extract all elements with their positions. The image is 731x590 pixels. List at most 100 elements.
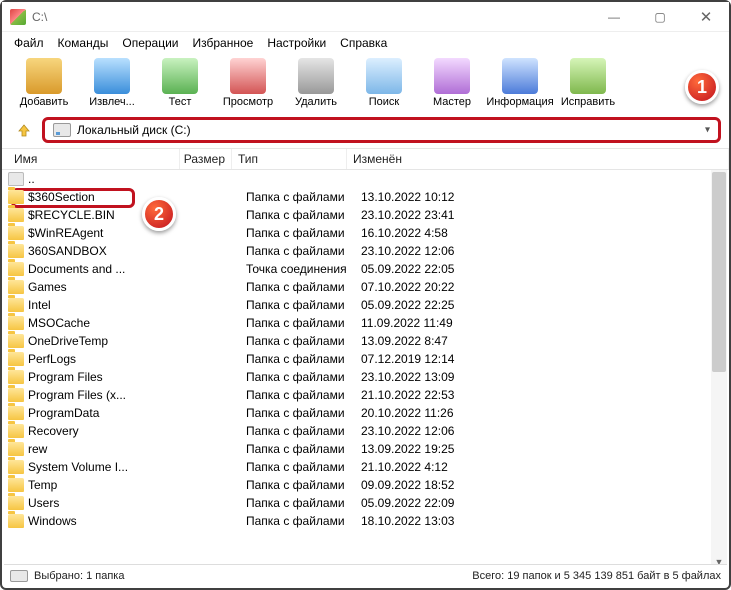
window-title: C:\ (32, 10, 591, 24)
folder-icon (8, 172, 24, 186)
list-item[interactable]: OneDriveTempПапка с файлами13.09.2022 8:… (2, 332, 729, 350)
maximize-button[interactable]: ▢ (637, 2, 683, 31)
col-type[interactable]: Тип (232, 149, 347, 169)
close-button[interactable]: ✕ (683, 2, 729, 31)
file-name: rew (28, 442, 194, 456)
file-name: 360SANDBOX (28, 244, 194, 258)
list-item[interactable]: rewПапка с файлами13.09.2022 19:25 (2, 440, 729, 458)
list-item[interactable]: WindowsПапка с файлами18.10.2022 13:03 (2, 512, 729, 530)
file-modified: 16.10.2022 4:58 (361, 226, 729, 240)
list-item[interactable]: TempПапка с файлами09.09.2022 18:52 (2, 476, 729, 494)
file-name: OneDriveTemp (28, 334, 194, 348)
file-name: Program Files (x... (28, 388, 194, 402)
info-button[interactable]: Информация (486, 58, 554, 108)
status-right: Всего: 19 папок и 5 345 139 851 байт в 5… (472, 570, 721, 582)
file-type: Папка с файлами (246, 424, 361, 438)
list-item[interactable]: ProgramDataПапка с файлами20.10.2022 11:… (2, 404, 729, 422)
toolbar-label: Извлеч... (89, 96, 135, 108)
extract-button[interactable]: Извлеч... (78, 58, 146, 108)
folder-icon (8, 244, 24, 258)
menu-item[interactable]: Операции (116, 34, 184, 52)
file-type: Папка с файлами (246, 352, 361, 366)
file-type: Папка с файлами (246, 280, 361, 294)
address-text: Локальный диск (C:) (77, 123, 191, 137)
file-modified: 13.09.2022 8:47 (361, 334, 729, 348)
list-item[interactable]: .. (2, 170, 729, 188)
list-item[interactable]: Documents and ...Точка соединения05.09.2… (2, 260, 729, 278)
file-modified: 20.10.2022 11:26 (361, 406, 729, 420)
file-name: .. (28, 172, 194, 186)
file-modified: 23.10.2022 13:09 (361, 370, 729, 384)
menu-item[interactable]: Файл (8, 34, 50, 52)
file-name: Temp (28, 478, 194, 492)
delete-button[interactable]: Удалить (282, 58, 350, 108)
col-modified[interactable]: Изменён (347, 149, 729, 169)
add-button[interactable]: Добавить (10, 58, 78, 108)
status-bar: Выбрано: 1 папка Всего: 19 папок и 5 345… (4, 564, 727, 586)
file-modified: 07.10.2022 20:22 (361, 280, 729, 294)
view-button[interactable]: Просмотр (214, 58, 282, 108)
folder-icon (8, 208, 24, 222)
folder-icon (8, 460, 24, 474)
folder-icon (8, 442, 24, 456)
menu-item[interactable]: Справка (334, 34, 393, 52)
wizard-button[interactable]: Мастер (418, 58, 486, 108)
file-modified: 11.09.2022 11:49 (361, 316, 729, 330)
folder-icon (8, 190, 24, 204)
col-name[interactable]: Имя (8, 149, 180, 169)
list-item[interactable]: $WinREAgent Папка с файлами16.10.2022 4:5… (2, 224, 729, 242)
folder-icon (8, 406, 24, 420)
list-item[interactable]: $RECYCLE.BINПапка с файлами23.10.2022 23… (2, 206, 729, 224)
list-item[interactable]: Games Папка с файлами07.10.2022 20:22 (2, 278, 729, 296)
file-type: Папка с файлами (246, 226, 361, 240)
menu-item[interactable]: Команды (52, 34, 115, 52)
list-item[interactable]: PerfLogsПапка с файлами07.12.2019 12:14 (2, 350, 729, 368)
repair-button[interactable]: Исправить (554, 58, 622, 108)
menu-item[interactable]: Избранное (187, 34, 260, 52)
file-type: Папка с файлами (246, 514, 361, 528)
minimize-button[interactable]: — (591, 2, 637, 31)
col-size[interactable]: Размер (180, 149, 232, 169)
list-item[interactable]: IntelПапка с файлами05.09.2022 22:25 (2, 296, 729, 314)
toolbar-label: Добавить (20, 96, 69, 108)
file-name: Windows (28, 514, 194, 528)
file-modified: 09.09.2022 18:52 (361, 478, 729, 492)
list-item[interactable]: Program Files (x... Папка с файлами21.10.… (2, 386, 729, 404)
list-item[interactable]: Program FilesПапка с файлами23.10.2022 1… (2, 368, 729, 386)
toolbar-label: Исправить (561, 96, 615, 108)
file-type: Папка с файлами (246, 442, 361, 456)
annotation-badge-2: 2 (142, 197, 176, 231)
file-modified: 21.10.2022 22:53 (361, 388, 729, 402)
find-button[interactable]: Поиск (350, 58, 418, 108)
folder-icon (8, 262, 24, 276)
file-type: Папка с файлами (246, 316, 361, 330)
repair-button-icon (570, 58, 606, 94)
menu-item[interactable]: Настройки (261, 34, 332, 52)
menu-bar: ФайлКомандыОперацииИзбранноеНастройкиСпр… (2, 32, 729, 54)
status-left: Выбрано: 1 папка (34, 570, 124, 582)
test-button-icon (162, 58, 198, 94)
chevron-down-icon[interactable]: ▾ (705, 125, 710, 136)
up-button[interactable] (10, 117, 38, 143)
file-name: Games (28, 280, 194, 294)
file-modified: 05.09.2022 22:25 (361, 298, 729, 312)
file-type: Папка с файлами (246, 370, 361, 384)
list-item[interactable]: MSOCacheПапка с файлами11.09.2022 11:49 (2, 314, 729, 332)
view-button-icon (230, 58, 266, 94)
list-item[interactable]: UsersПапка с файлами05.09.2022 22:09 (2, 494, 729, 512)
file-type: Папка с файлами (246, 388, 361, 402)
file-type: Папка с файлами (246, 244, 361, 258)
file-modified: 13.10.2022 10:12 (361, 190, 729, 204)
file-name: $WinREAgent (28, 226, 194, 240)
list-item[interactable]: 360SANDBOXПапка с файлами23.10.2022 12:0… (2, 242, 729, 260)
address-bar[interactable]: Локальный диск (C:) ▾ (42, 117, 721, 143)
scrollbar[interactable]: ▲ ▼ (711, 170, 727, 570)
list-item[interactable]: RecoveryПапка с файлами23.10.2022 12:06 (2, 422, 729, 440)
toolbar-label: Тест (169, 96, 192, 108)
test-button[interactable]: Тест (146, 58, 214, 108)
list-item[interactable]: $360SectionПапка с файлами13.10.2022 10:… (2, 188, 729, 206)
list-item[interactable]: System Volume I...Папка с файлами21.10.2… (2, 458, 729, 476)
disk-icon (10, 570, 28, 582)
scroll-thumb[interactable] (712, 172, 726, 372)
file-name: System Volume I... (28, 460, 194, 474)
